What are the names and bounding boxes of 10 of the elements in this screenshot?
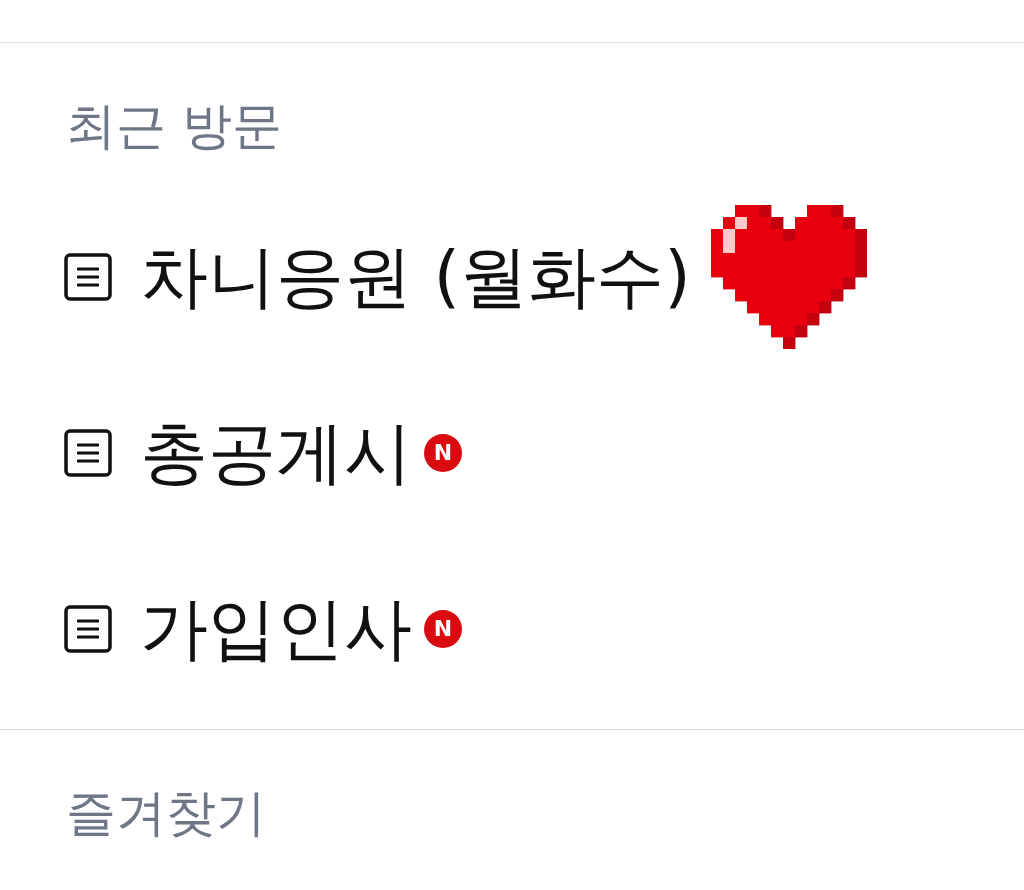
section-heading: 즐겨찾기 bbox=[66, 784, 266, 842]
board-link[interactable]: 총공게시 bbox=[140, 419, 412, 487]
board-link[interactable]: 가입인사 bbox=[140, 595, 412, 663]
new-badge: N bbox=[424, 610, 462, 648]
section-heading: 최근 방문 bbox=[66, 97, 282, 155]
new-badge: N bbox=[424, 434, 462, 472]
document-icon bbox=[64, 605, 112, 653]
document-icon bbox=[64, 429, 112, 477]
board-link[interactable]: 차니응원 (월화수) bbox=[140, 243, 691, 311]
document-icon bbox=[64, 253, 112, 301]
